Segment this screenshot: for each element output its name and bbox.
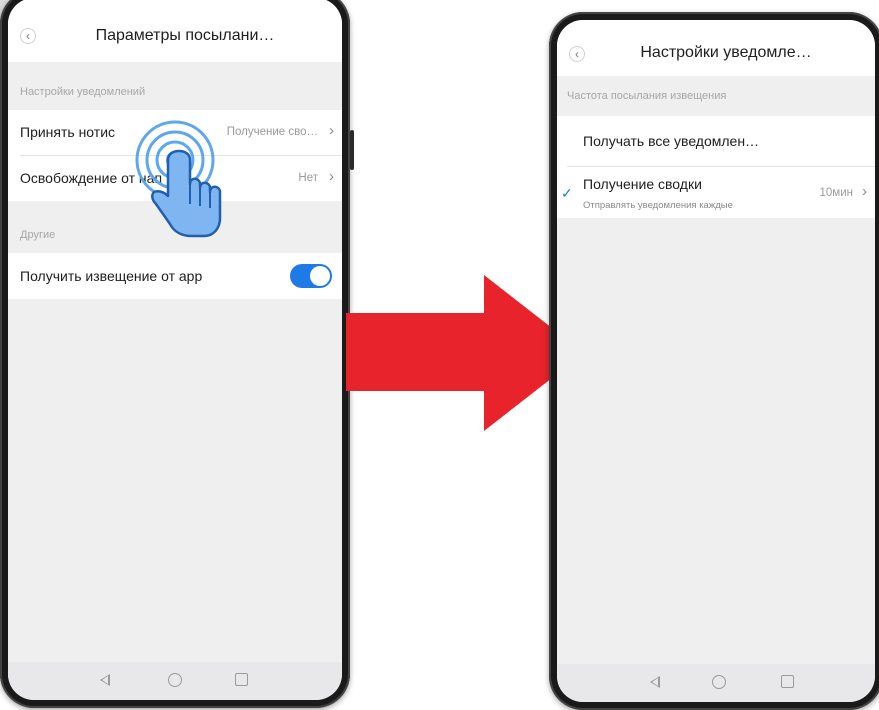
option-summary-interval: 10мин <box>819 187 853 199</box>
header: ‹ Параметры посылани… <box>8 0 342 62</box>
section-label-notifications: Настройки уведомлений <box>20 86 146 98</box>
row-receive-label: Принять нотис <box>20 124 116 140</box>
system-navbar <box>8 662 342 700</box>
header: ‹ Настройки уведомле… <box>557 20 875 76</box>
chevron-right-icon: › <box>329 168 334 185</box>
settings-screen-right: ‹ Настройки уведомле… Частота посылания … <box>557 20 875 702</box>
frequency-group: Получать все уведомлен… ✓ Получение свод… <box>557 116 875 218</box>
nav-recent-icon[interactable] <box>235 673 248 686</box>
nav-recent-icon[interactable] <box>781 675 794 688</box>
nav-home-icon[interactable] <box>712 675 726 689</box>
row-app-label: Получить извещение от app <box>20 268 203 284</box>
option-summary[interactable]: ✓ Получение сводки Отправлять уведомлени… <box>557 167 875 218</box>
back-icon[interactable]: ‹ <box>569 46 585 62</box>
option-all-label: Получать все уведомлен… <box>583 133 760 149</box>
option-summary-label: Получение сводки <box>583 176 702 192</box>
tap-hand-icon <box>135 120 222 238</box>
app-notification-toggle[interactable] <box>290 264 332 288</box>
phone-right: ‹ Настройки уведомле… Частота посылания … <box>549 12 879 710</box>
other-group: Получить извещение от app <box>8 253 342 299</box>
row-receive-value: Получение сво… <box>226 126 318 138</box>
row-app-notification: Получить извещение от app <box>8 253 342 299</box>
page-title: Параметры посылани… <box>95 27 275 44</box>
nav-back-icon[interactable] <box>100 674 110 686</box>
toggle-knob <box>310 266 330 286</box>
back-icon[interactable]: ‹ <box>20 28 36 44</box>
section-label-other: Другие <box>20 229 56 241</box>
system-navbar <box>557 664 875 702</box>
settings-screen-left: ‹ Параметры посылани… Настройки уведомле… <box>8 0 342 700</box>
option-summary-subtitle: Отправлять уведомления каждые <box>583 200 733 211</box>
option-all-notifications[interactable]: Получать все уведомлен… <box>557 116 875 166</box>
section-label-frequency: Частота посылания извещения <box>567 90 727 102</box>
nav-back-icon[interactable] <box>650 676 660 688</box>
row-free-value: Нет <box>298 172 318 184</box>
page-title: Настройки уведомле… <box>640 44 812 61</box>
chevron-right-icon: › <box>862 183 867 200</box>
phone-left: ‹ Параметры посылани… Настройки уведомле… <box>0 0 354 708</box>
nav-home-icon[interactable] <box>168 673 182 687</box>
check-icon: ✓ <box>561 185 573 201</box>
chevron-right-icon: › <box>329 122 334 139</box>
